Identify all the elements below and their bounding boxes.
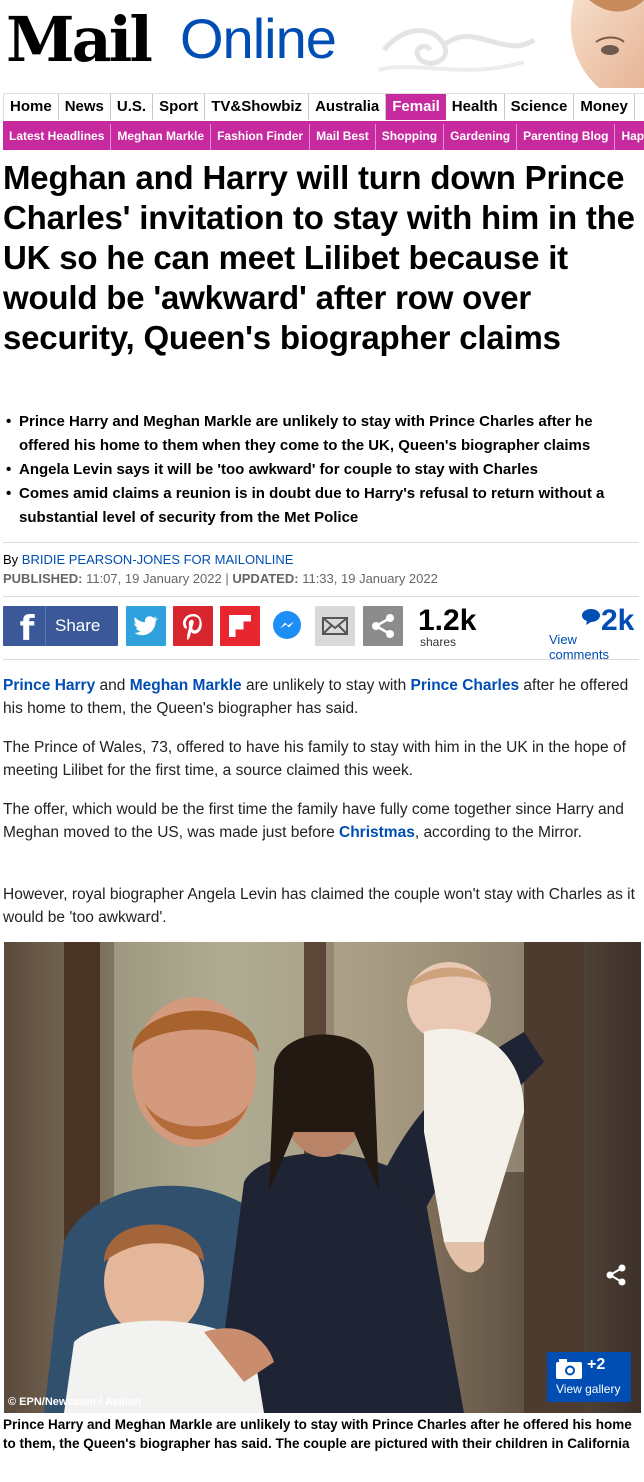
summary-bullet-text: Prince Harry and Meghan Markle are unlik… [19,413,593,454]
email-share-button[interactable] [315,606,355,646]
summary-bullet: • Prince Harry and Meghan Markle are unli… [4,410,640,458]
subnav-meghan-markle[interactable]: Meghan Markle [111,124,212,150]
primary-nav: Home News U.S. Sport TV&Showbiz Australi… [3,93,644,121]
article-paragraph: The offer, which would be the first time… [3,798,639,844]
subnav-fashion-finder[interactable]: Fashion Finder [211,124,311,150]
divider [3,596,639,597]
flipboard-share-button[interactable] [220,606,260,646]
nav-item-us[interactable]: U.S. [111,94,154,120]
facebook-share-label: Share [55,616,101,635]
byline: By BRIDIE PEARSON-JONES FOR MAILONLINE [3,551,293,569]
article-summary-bullets: • Prince Harry and Meghan Markle are unli… [4,410,640,530]
divider [3,542,639,543]
divider [3,659,639,660]
messenger-icon [273,611,301,639]
masthead-decoration [378,0,644,88]
share-icon [372,614,394,638]
prince-harry-link[interactable]: Prince Harry [3,677,95,694]
byline-prefix: By [3,552,19,567]
bullet-dot: • [6,461,12,478]
bullet-dot: • [6,485,12,502]
facebook-icon: f [19,609,35,649]
facebook-share-button[interactable]: f Share [3,606,118,649]
article-paragraph: Prince Harry and Meghan Markle are unlik… [3,674,639,720]
nav-item-science[interactable]: Science [505,94,575,120]
nav-item-femail[interactable]: Femail [386,94,446,120]
date-separator: | [225,571,229,586]
twitter-share-button[interactable] [126,606,166,646]
nav-item-health[interactable]: Health [446,94,505,120]
subnav-parenting-blog[interactable]: Parenting Blog [517,124,616,150]
gallery-label: View gallery [556,1382,621,1396]
paragraph-text: , according to the Mirror. [414,824,582,841]
photo-credit: © EPN/Newscom / Avalon [8,1396,142,1408]
published-time: 11:07, 19 January 2022 [86,571,222,586]
author-link[interactable]: BRIDIE PEARSON-JONES FOR MAILONLINE [22,552,294,567]
summary-bullet: • Comes amid claims a reunion is in doubt… [4,482,640,530]
nav-item-home[interactable]: Home [4,94,59,120]
photo-caption: Prince Harry and Meghan Markle are unlik… [3,1417,632,1451]
gallery-count: +2 [587,1356,606,1373]
subnav-shopping[interactable]: Shopping [376,124,445,150]
updated-label: UPDATED: [232,571,299,586]
photo-illustration [4,942,641,1413]
camera-icon [556,1359,582,1379]
button-separator [45,606,46,646]
article-headline: Meghan and Harry will turn down Prince C… [3,159,635,356]
updated-time: 11:33, 19 January 2022 [302,571,438,586]
meghan-markle-link[interactable]: Meghan Markle [130,677,242,694]
article-paragraph: The Prince of Wales, 73, offered to have… [3,739,626,779]
prince-charles-link[interactable]: Prince Charles [411,677,520,694]
article-dates: PUBLISHED: 11:07, 19 January 2022 | UPDA… [3,570,438,588]
share-count: 1.2k [418,604,477,637]
paragraph-text: are unlikely to stay with [241,677,411,694]
twitter-icon [134,616,158,636]
view-comments-link[interactable]: View comments [549,632,609,662]
subnav-hap[interactable]: Hap [615,124,644,150]
published-label: PUBLISHED: [3,571,83,586]
article-photo[interactable] [4,942,641,1413]
photo-share-icon[interactable] [603,1262,629,1288]
paragraph-text: and [95,677,130,694]
summary-bullet-text: Comes amid claims a reunion is in doubt … [19,485,605,526]
flipboard-icon [229,615,251,637]
subnav-mail-best[interactable]: Mail Best [310,124,376,150]
nav-item-news[interactable]: News [59,94,111,120]
bullet-dot: • [6,413,12,430]
masthead: Mail Online [0,0,644,88]
messenger-share-button[interactable] [267,606,307,646]
nav-item-money[interactable]: Money [574,94,635,120]
nav-item-tvshowbiz[interactable]: TV&Showbiz [205,94,310,120]
article-paragraph: However, royal biographer Angela Levin h… [3,886,635,926]
nav-item-australia[interactable]: Australia [309,94,387,120]
pinterest-share-button[interactable] [173,606,213,646]
logo-mail[interactable]: Mail [6,2,153,78]
nav-item-sport[interactable]: Sport [153,94,206,120]
christmas-link[interactable]: Christmas [339,824,415,841]
email-icon [322,617,348,635]
subnav-gardening[interactable]: Gardening [444,124,518,150]
share-count-label: shares [420,635,457,649]
view-gallery-button[interactable]: +2 View gallery [547,1352,631,1402]
logo-online[interactable]: Online [180,6,337,72]
secondary-nav: Latest Headlines Meghan Markle Fashion F… [3,124,644,150]
more-share-button[interactable] [363,606,403,646]
summary-bullet: • Angela Levin says it will be 'too awkwa… [4,458,640,482]
pinterest-icon [183,614,202,641]
subnav-latest-headlines[interactable]: Latest Headlines [3,124,112,150]
summary-bullet-text: Angela Levin says it will be 'too awkwar… [19,461,538,478]
